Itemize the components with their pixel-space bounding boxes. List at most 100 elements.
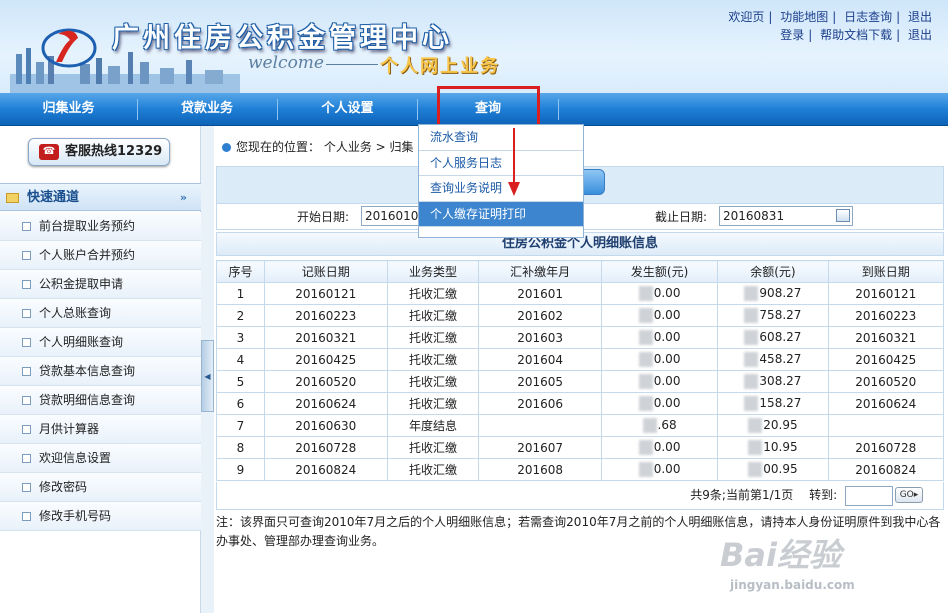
link-exit[interactable]: 退出 [908,10,932,24]
redacted-mask [744,352,759,367]
cell-value: 6 [236,396,245,411]
ledger-body: 1 20160121 托收汇缴 201601 0.00 908.27 20160121 2 20… [216,282,945,481]
table-cell: 20.95 [717,414,829,437]
table-cell: 20160321 [263,326,388,349]
sidebar-item-detail-ledger[interactable]: 个人明细账查询 [0,328,201,357]
table-cell: 0.00 [600,326,719,349]
cell-value: 8 [236,440,245,455]
hotline-label: 客服热线12329 [65,144,163,159]
sidebar-item-general-ledger[interactable]: 个人总账查询 [0,299,201,328]
cell-value: 20160223 [855,308,917,323]
table-cell: 201606 [478,392,602,415]
redacted-mask [638,374,653,389]
table-cell: 20160728 [827,436,945,459]
link-help-download[interactable]: 帮助文档下载 [820,28,892,42]
table-cell: 158.27 [717,392,829,415]
cell-value: 托收汇缴 [408,309,457,323]
menu-item-service-log[interactable]: 个人服务日志 [419,151,583,176]
sidebar-item-payment-calculator[interactable]: 月供计算器 [0,415,201,444]
sidebar-item-account-merge[interactable]: 个人账户合并预约 [0,241,201,270]
cell-value: 20160121 [295,286,357,301]
start-date-field[interactable]: 2016010 [361,206,419,226]
sidebar-item-fund-withdraw[interactable]: 公积金提取申请 [0,270,201,299]
table-cell: 0.00 [600,392,719,415]
bullet-icon [22,251,31,260]
table-cell: 20160624 [827,392,945,415]
cell-value: 托收汇缴 [408,397,457,411]
table-cell: 608.27 [717,326,829,349]
redacted-mask [748,462,763,477]
redacted-mask [744,396,759,411]
sidebar-item-label: 个人明细账查询 [39,335,124,349]
redacted-mask [744,330,759,345]
link-log-query[interactable]: 日志查询 [844,10,892,24]
cell-value: 20160321 [855,330,917,345]
collapse-sidebar-icon[interactable]: ◀ [201,340,214,412]
nav-collection[interactable]: 归集业务 [0,93,137,126]
sidebar-item-loan-detail[interactable]: 贷款明细信息查询 [0,386,201,415]
col-balance: 余额(元) [717,260,829,283]
table-cell: 20160425 [263,348,388,371]
table-cell: .68 [600,414,719,437]
hotline-button[interactable]: ☎ 客服热线12329 [28,138,170,166]
page-number-input[interactable] [845,485,893,506]
sidebar-item-label: 月供计算器 [39,422,100,436]
cell-value: 7 [236,418,245,433]
menu-item-transaction-query[interactable]: 流水查询 [419,125,583,151]
table-cell: 3 [216,326,265,349]
sidebar-item-welcome-settings[interactable]: 欢迎信息设置 [0,444,201,473]
bullet-icon [22,222,31,231]
go-button[interactable]: GO▸ [895,487,923,503]
table-cell: 20160824 [827,458,945,481]
cell-value: 20160520 [855,374,917,389]
cell-value: 201606 [517,396,564,411]
ledger-table: 序号 记账日期 业务类型 汇补缴年月 发生额(元) 余额(元) 到账日期 1 20… [216,260,945,481]
table-row: 9 20160824 托收汇缴 201608 0.00 00.95 20160824 [216,458,945,481]
watermark-url: jingyan.baidu.com [730,578,855,592]
end-date-field[interactable]: 20160831 [719,206,853,226]
link-exit-2[interactable]: 退出 [908,28,932,42]
nav-loan[interactable]: 贷款业务 [138,93,276,126]
link-login[interactable]: 登录 [780,28,804,42]
calendar-icon[interactable] [836,209,850,222]
table-row: 4 20160425 托收汇缴 201604 0.00 458.27 20160425 [216,348,945,371]
sidebar-item-change-phone[interactable]: 修改手机号码 [0,502,201,531]
menu-item-deposit-certificate-print[interactable]: 个人缴存证明打印 [419,201,583,227]
location-icon [222,143,231,152]
page-header: 广州住房公积金管理中心 welcome 个人网上业务 欢迎页 | 功能地图 | 日志… [0,0,948,93]
cell-value: 20160121 [855,286,917,301]
redacted-mask [638,286,653,301]
col-pay-month: 汇补缴年月 [478,260,602,283]
table-cell: 0.00 [600,370,719,393]
link-function-map[interactable]: 功能地图 [780,10,828,24]
table-row: 3 20160321 托收汇缴 201603 0.00 608.27 20160321 [216,326,945,349]
chevron-double-down-icon[interactable]: » [180,184,187,211]
table-cell: 9 [216,458,265,481]
table-cell: 托收汇缴 [386,348,480,371]
sidebar-item-withdraw-appointment[interactable]: 前台提取业务预约 [0,212,201,241]
nav-personal-settings[interactable]: 个人设置 [278,93,417,126]
table-row: 7 20160630 年度结息 .68 20.95 [216,414,945,437]
table-header-row: 序号 记账日期 业务类型 汇补缴年月 发生额(元) 余额(元) 到账日期 [216,260,945,283]
sidebar-item-change-password[interactable]: 修改密码 [0,473,201,502]
cell-value: 20160624 [855,396,917,411]
cell-value: .68 [657,418,677,432]
cell-value: 托收汇缴 [408,463,457,477]
table-row: 2 20160223 托收汇缴 201602 0.00 758.27 20160223 [216,304,945,327]
sidebar-item-label: 贷款明细信息查询 [39,393,136,407]
cell-value: 托收汇缴 [408,441,457,455]
query-dropdown-menu: 流水查询 个人服务日志 查询业务说明 个人缴存证明打印 [418,124,584,238]
cell-value: 0.00 [653,352,681,366]
table-cell: 20160121 [827,282,945,305]
redacted-mask [744,286,759,301]
start-date-label: 开始日期: [297,210,350,224]
col-index: 序号 [216,260,265,283]
table-cell: 308.27 [717,370,829,393]
table-cell: 201604 [478,348,602,371]
sidebar-item-loan-basic[interactable]: 贷款基本信息查询 [0,357,201,386]
menu-item-query-help[interactable]: 查询业务说明 [419,176,583,202]
table-cell: 201607 [478,436,602,459]
bullet-icon [22,425,31,434]
quick-access-header[interactable]: 快速通道 » [0,183,201,211]
link-welcome[interactable]: 欢迎页 [728,10,764,24]
